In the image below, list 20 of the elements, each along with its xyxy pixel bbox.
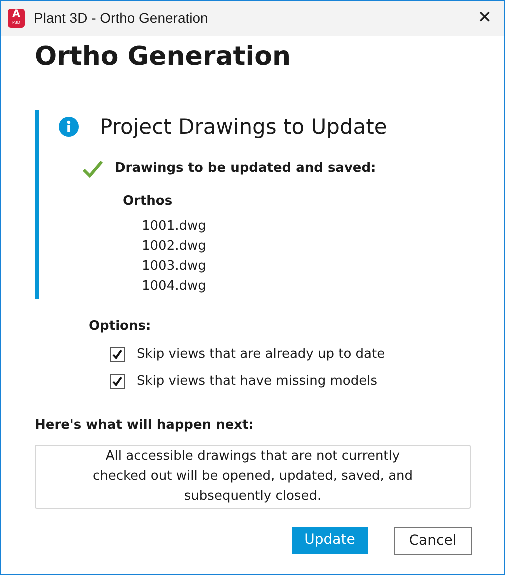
cancel-button[interactable]: Cancel — [394, 527, 472, 555]
window-title: Plant 3D - Ortho Generation — [34, 9, 208, 28]
dialog-heading: Ortho Generation — [35, 41, 292, 74]
section-label: Here's what will happen next: — [35, 416, 255, 434]
checkmark-icon — [83, 160, 103, 178]
file-name: 1002.dwg — [142, 238, 208, 256]
panel-title: Project Drawings to Update — [100, 114, 388, 140]
file-name: 1001.dwg — [142, 218, 208, 236]
checkbox[interactable] — [110, 346, 125, 362]
checkbox-option[interactable]: Skip views that are already up to date — [110, 344, 504, 364]
checkbox[interactable] — [110, 374, 125, 390]
info-icon — [59, 117, 79, 138]
file-name: 1004.dwg — [142, 278, 208, 296]
close-button[interactable]: ✕ — [474, 6, 496, 32]
options-label: Options: — [89, 318, 152, 336]
checkbox-option[interactable]: Skip views that have missing models — [110, 372, 504, 392]
file-name: 1003.dwg — [142, 258, 208, 276]
status-text: Drawings to be updated and saved: — [115, 160, 376, 178]
info-text-box: All accessible drawings that are not currently checked out will be opened, updated, saved, and subsequently closed. — [35, 445, 471, 509]
group-label: Orthos — [123, 192, 174, 210]
